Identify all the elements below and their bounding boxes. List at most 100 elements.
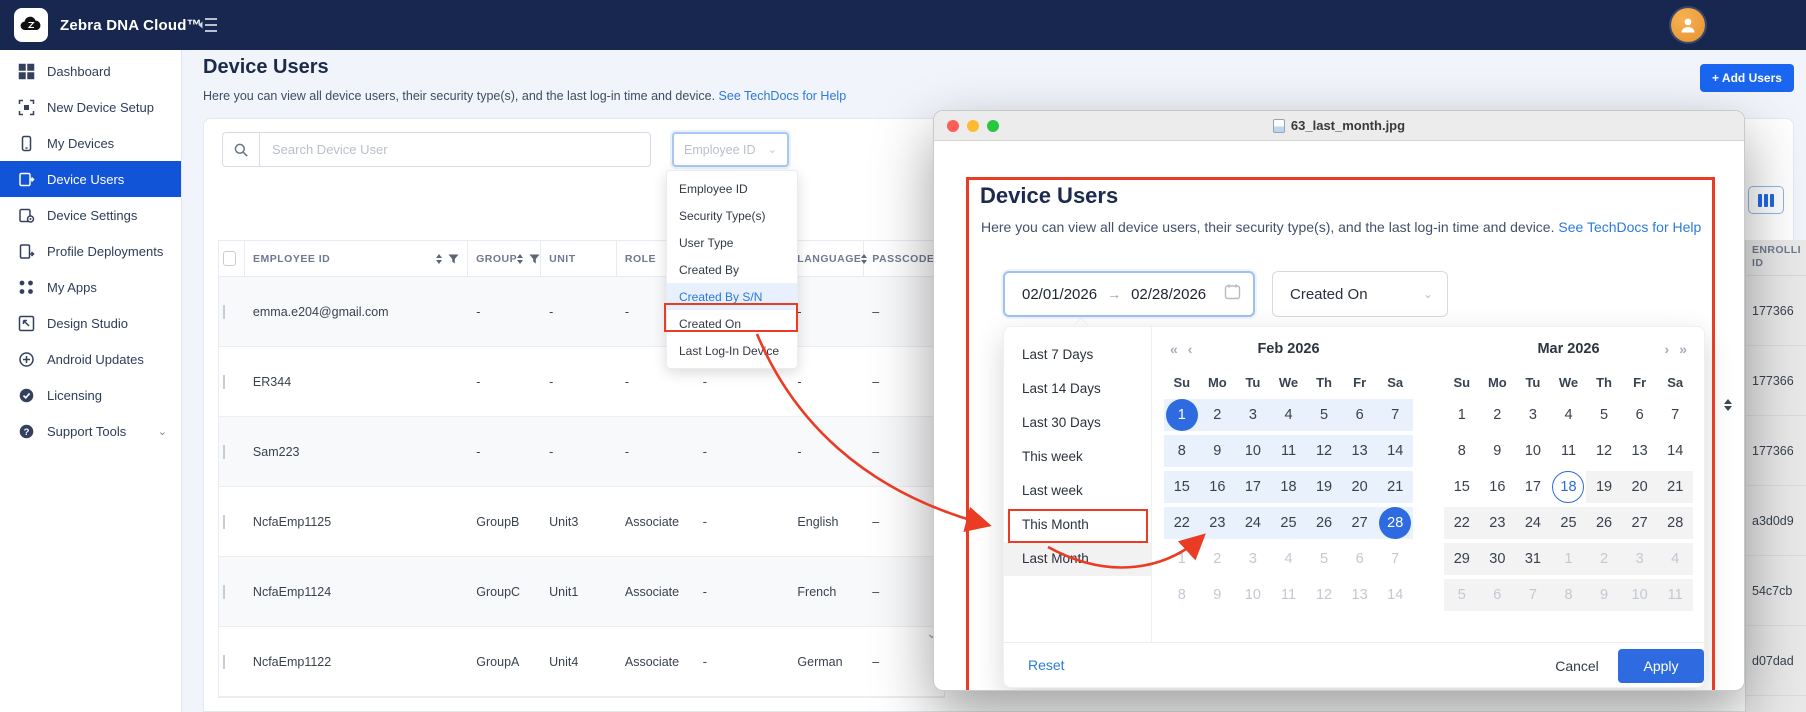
calendar-day[interactable]: 19 bbox=[1306, 469, 1342, 505]
calendar-day[interactable]: 16 bbox=[1480, 469, 1516, 505]
column-picker-button[interactable] bbox=[1748, 186, 1784, 214]
reset-link[interactable]: Reset bbox=[1028, 657, 1065, 673]
preset-last-month[interactable]: Last Month bbox=[1004, 542, 1151, 576]
calendar-day[interactable]: 10 bbox=[1515, 433, 1551, 469]
calendar-day[interactable]: 2 bbox=[1480, 397, 1516, 433]
calendar-day[interactable]: 3 bbox=[1622, 541, 1658, 577]
calendar-day[interactable]: 5 bbox=[1586, 397, 1622, 433]
sidebar-item-dashboard[interactable]: Dashboard bbox=[0, 53, 181, 89]
preset-last-14-days[interactable]: Last 14 Days bbox=[1004, 372, 1151, 406]
calendar-day[interactable]: 8 bbox=[1164, 577, 1200, 613]
date-from-value[interactable]: 02/01/2026 bbox=[1022, 286, 1097, 303]
row-checkbox[interactable] bbox=[223, 305, 225, 319]
calendar-day[interactable]: 4 bbox=[1271, 541, 1307, 577]
calendar-day[interactable]: 13 bbox=[1342, 577, 1378, 613]
calendar-day[interactable]: 25 bbox=[1551, 505, 1587, 541]
user-avatar[interactable] bbox=[1671, 8, 1705, 42]
calendar-day[interactable]: 29 bbox=[1444, 541, 1480, 577]
calendar-day[interactable]: 23 bbox=[1200, 505, 1236, 541]
calendar-day[interactable]: 22 bbox=[1444, 505, 1480, 541]
calendar-day[interactable]: 3 bbox=[1235, 541, 1271, 577]
search-input[interactable] bbox=[259, 132, 651, 167]
calendar-day[interactable]: 22 bbox=[1164, 505, 1200, 541]
calendar-day[interactable]: 14 bbox=[1377, 577, 1413, 613]
calendar-day[interactable]: 11 bbox=[1551, 433, 1587, 469]
calendar-day[interactable]: 8 bbox=[1551, 577, 1587, 613]
sidebar-item-android-updates[interactable]: Android Updates bbox=[0, 341, 181, 377]
calendar-day[interactable]: 2 bbox=[1200, 397, 1236, 433]
sidebar-item-my-devices[interactable]: My Devices bbox=[0, 125, 181, 161]
sidebar-item-licensing[interactable]: Licensing bbox=[0, 377, 181, 413]
calendar-next-icon[interactable]: » bbox=[1679, 341, 1687, 357]
table-row[interactable]: emma.e204@gmail.com-----– bbox=[219, 277, 944, 347]
close-window-icon[interactable] bbox=[947, 120, 959, 132]
row-checkbox[interactable] bbox=[223, 585, 225, 599]
calendar-day[interactable]: 8 bbox=[1444, 433, 1480, 469]
sidebar-item-design-studio[interactable]: Design Studio bbox=[0, 305, 181, 341]
column-header-group[interactable]: GROUP bbox=[468, 241, 541, 276]
dropdown-option-created-by-s-n[interactable]: Created By S/N bbox=[667, 283, 797, 310]
calendar-day[interactable]: 21 bbox=[1657, 469, 1693, 505]
calendar-day[interactable]: 12 bbox=[1306, 577, 1342, 613]
calendar-next-icon[interactable]: › bbox=[1665, 341, 1670, 357]
calendar-day[interactable]: 20 bbox=[1342, 469, 1378, 505]
calendar-day[interactable]: 12 bbox=[1306, 433, 1342, 469]
calendar-day[interactable]: 9 bbox=[1200, 577, 1236, 613]
calendar-day[interactable]: 4 bbox=[1551, 397, 1587, 433]
calendar-day[interactable]: 5 bbox=[1444, 577, 1480, 613]
calendar-day[interactable]: 6 bbox=[1480, 577, 1516, 613]
calendar-day[interactable]: 10 bbox=[1622, 577, 1658, 613]
dropdown-option-security-type-s-[interactable]: Security Type(s) bbox=[667, 202, 797, 229]
calendar-day[interactable]: 24 bbox=[1235, 505, 1271, 541]
sidebar-item-device-settings[interactable]: Device Settings bbox=[0, 197, 181, 233]
calendar-day[interactable]: 21 bbox=[1377, 469, 1413, 505]
apply-button[interactable]: Apply bbox=[1618, 649, 1704, 683]
calendar-day[interactable]: 3 bbox=[1515, 397, 1551, 433]
column-header-employee-id[interactable]: EMPLOYEE ID bbox=[245, 241, 468, 276]
preset-this-week[interactable]: This week bbox=[1004, 440, 1151, 474]
dropdown-option-employee-id[interactable]: Employee ID bbox=[667, 175, 797, 202]
calendar-day[interactable]: 13 bbox=[1622, 433, 1658, 469]
techdocs-help-link[interactable]: See TechDocs for Help bbox=[719, 89, 847, 103]
calendar-day[interactable]: 9 bbox=[1480, 433, 1516, 469]
row-checkbox[interactable] bbox=[223, 655, 225, 669]
dropdown-option-user-type[interactable]: User Type bbox=[667, 229, 797, 256]
calendar-day[interactable]: 28 bbox=[1377, 505, 1413, 541]
date-range-input[interactable]: 02/01/2026 → 02/28/2026 bbox=[1003, 271, 1255, 317]
calendar-day[interactable]: 7 bbox=[1377, 541, 1413, 577]
table-row[interactable]: NcfaEmp1124GroupCUnit1Associate-French– bbox=[219, 557, 944, 627]
calendar-day[interactable]: 10 bbox=[1235, 433, 1271, 469]
cancel-button[interactable]: Cancel bbox=[1544, 649, 1610, 683]
date-to-value[interactable]: 02/28/2026 bbox=[1131, 286, 1206, 303]
sidebar-item-support-tools[interactable]: ?Support Tools⌄ bbox=[0, 413, 181, 449]
calendar-day[interactable]: 7 bbox=[1515, 577, 1551, 613]
calendar-day[interactable]: 2 bbox=[1586, 541, 1622, 577]
calendar-day[interactable]: 15 bbox=[1164, 469, 1200, 505]
zoom-window-icon[interactable] bbox=[987, 120, 999, 132]
calendar-day[interactable]: 26 bbox=[1586, 505, 1622, 541]
calendar-prev-icon[interactable]: ‹ bbox=[1188, 341, 1193, 357]
techdocs-help-link[interactable]: See TechDocs for Help bbox=[1558, 219, 1701, 235]
calendar-day[interactable]: 18 bbox=[1271, 469, 1307, 505]
calendar-day[interactable]: 26 bbox=[1306, 505, 1342, 541]
calendar-day[interactable]: 17 bbox=[1235, 469, 1271, 505]
calendar-day[interactable]: 31 bbox=[1515, 541, 1551, 577]
preset-this-month[interactable]: This Month bbox=[1004, 508, 1151, 542]
calendar-day[interactable]: 12 bbox=[1586, 433, 1622, 469]
table-row[interactable]: NcfaEmp1125GroupBUnit3Associate-English– bbox=[219, 487, 944, 557]
calendar-day[interactable]: 2 bbox=[1200, 541, 1236, 577]
calendar-day[interactable]: 27 bbox=[1622, 505, 1658, 541]
dropdown-option-last-log-in-device[interactable]: Last Log-In Device bbox=[667, 337, 797, 364]
calendar-day[interactable]: 19 bbox=[1586, 469, 1622, 505]
calendar-day[interactable]: 27 bbox=[1342, 505, 1378, 541]
sidebar-item-profile-deployments[interactable]: Profile Deployments bbox=[0, 233, 181, 269]
calendar-day[interactable]: 4 bbox=[1657, 541, 1693, 577]
preset-last-week[interactable]: Last week bbox=[1004, 474, 1151, 508]
calendar-day[interactable]: 13 bbox=[1342, 433, 1378, 469]
preset-last-7-days[interactable]: Last 7 Days bbox=[1004, 338, 1151, 372]
calendar-day[interactable]: 23 bbox=[1480, 505, 1516, 541]
calendar-day[interactable]: 24 bbox=[1515, 505, 1551, 541]
dropdown-option-created-on[interactable]: Created On bbox=[667, 310, 797, 337]
calendar-day[interactable]: 9 bbox=[1200, 433, 1236, 469]
calendar-day[interactable]: 3 bbox=[1235, 397, 1271, 433]
